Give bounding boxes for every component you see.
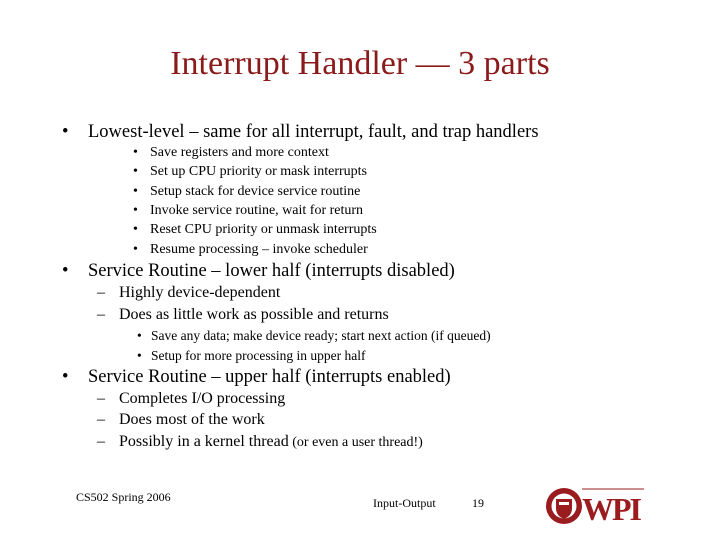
list-subitem: Setup stack for device service routine [150, 183, 361, 199]
bullet: • [133, 241, 138, 257]
list-item-aside: (or even a user thread!) [288, 435, 423, 450]
section-heading: Lowest-level – same for all interrupt, f… [88, 122, 539, 142]
bullet: • [137, 328, 142, 343]
list-subitem: Invoke service routine, wait for return [150, 202, 364, 218]
bullet: • [62, 367, 69, 387]
list-item: Does as little work as possible and retu… [119, 306, 389, 323]
list-subitem: Reset CPU priority or unmask interrupts [150, 222, 377, 238]
wpi-seal-icon: WPI [546, 488, 644, 527]
list-item: Completes I/O processing [119, 390, 286, 407]
dash: – [97, 306, 105, 323]
dash: – [97, 411, 105, 428]
dash: – [97, 433, 105, 450]
dash: – [97, 284, 105, 301]
list-item: Does most of the work [119, 411, 265, 428]
list-item: Possibly in a kernel thread (or even a u… [119, 434, 423, 450]
footer-course: CS502 Spring 2006 [76, 490, 171, 504]
bullet: • [133, 164, 138, 180]
section-heading: Service Routine – upper half (interrupts… [88, 367, 451, 387]
list-subitem: Set up CPU priority or mask interrupts [150, 164, 367, 180]
slide-title: Interrupt Handler — 3 parts [170, 45, 550, 82]
footer-topic: Input-Output [373, 496, 436, 510]
bullet: • [133, 202, 138, 218]
logo-text: WPI [582, 491, 642, 526]
page-number: 19 [472, 496, 484, 510]
bullet: • [133, 145, 138, 160]
list-subitem: Save registers and more context [150, 145, 329, 160]
list-subitem: Setup for more processing in upper half [151, 348, 366, 363]
list-subitem: Save any data; make device ready; start … [151, 328, 491, 343]
bullet: • [62, 261, 69, 281]
section-heading: Service Routine – lower half (interrupts… [88, 261, 455, 281]
wpi-logo: WPI [545, 486, 645, 527]
bullet: • [137, 348, 142, 363]
bullet: • [133, 183, 138, 199]
bullet: • [133, 222, 138, 238]
list-item-main: Possibly in a kernel thread [119, 433, 289, 450]
bullet: • [62, 122, 69, 142]
dash: – [97, 390, 105, 407]
list-item: Highly device-dependent [119, 284, 281, 301]
list-subitem: Resume processing – invoke scheduler [150, 241, 368, 257]
